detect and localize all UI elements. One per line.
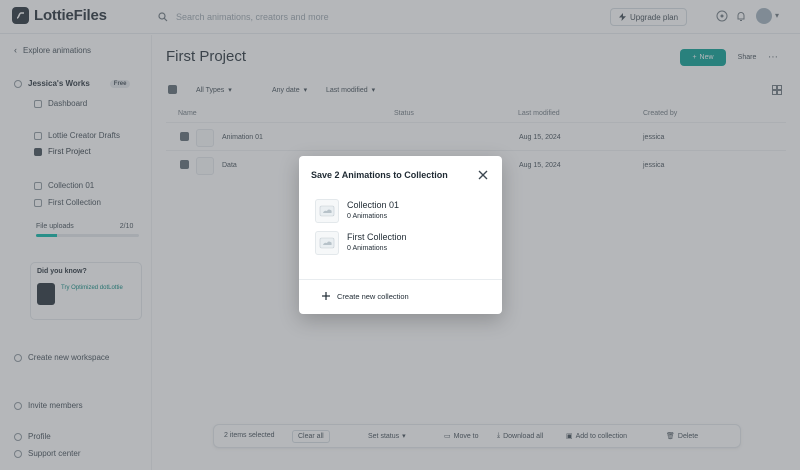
collection-option-first-collection[interactable]: First Collection 0 Animations xyxy=(315,231,485,257)
collection-name: First Collection xyxy=(347,232,407,242)
cloud-image-icon xyxy=(319,237,335,249)
dialog-title: Save 2 Animations to Collection xyxy=(311,170,448,180)
collection-thumbnail xyxy=(315,231,339,255)
collection-thumbnail xyxy=(315,199,339,223)
create-new-collection-button[interactable]: Create new collection xyxy=(321,291,409,301)
collection-name: Collection 01 xyxy=(347,200,400,210)
create-collection-label: Create new collection xyxy=(337,291,409,301)
cloud-image-icon xyxy=(319,205,335,217)
collection-count: 0 Animations xyxy=(347,245,388,252)
close-icon[interactable] xyxy=(477,169,489,181)
plus-icon xyxy=(322,292,330,300)
collection-option-collection-01[interactable]: Collection 01 0 Animations xyxy=(315,199,485,225)
dialog-divider xyxy=(299,279,502,280)
collection-count: 0 Animations xyxy=(347,213,388,220)
save-to-collection-dialog: Save 2 Animations to Collection Collecti… xyxy=(299,156,502,314)
